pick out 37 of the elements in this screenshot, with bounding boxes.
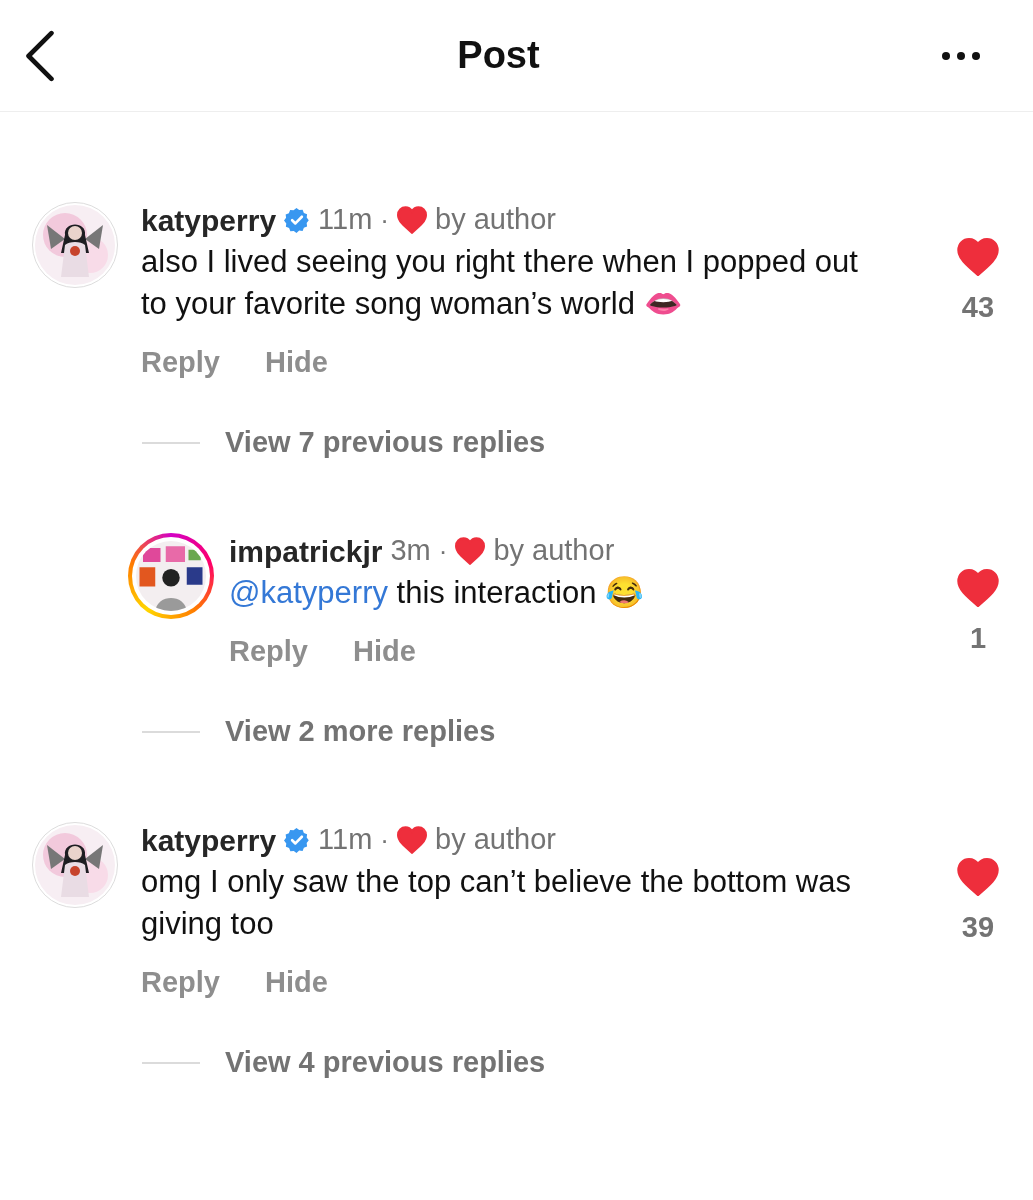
reply-button[interactable]: Reply <box>229 630 308 674</box>
like-count: 1 <box>969 621 987 656</box>
author-like-label: by author <box>493 533 615 569</box>
back-icon[interactable] <box>24 29 56 82</box>
username[interactable]: katyperry <box>141 817 277 863</box>
separator-dot: · <box>380 203 390 237</box>
comment-time: 11m <box>318 822 373 858</box>
reply-button[interactable]: Reply <box>141 341 220 385</box>
author-like-label: by author <box>435 822 556 858</box>
view-replies-link[interactable]: View 7 previous replies <box>225 421 546 465</box>
hide-button[interactable]: Hide <box>265 341 328 385</box>
hide-button[interactable]: Hide <box>265 961 328 1005</box>
view-replies-link[interactable]: View 2 more replies <box>225 710 496 754</box>
heart-icon[interactable] <box>397 206 428 234</box>
heart-icon[interactable] <box>957 569 999 607</box>
comment-text: @katyperry this interaction 😂 <box>229 574 646 612</box>
heart-icon[interactable] <box>455 537 486 565</box>
heart-icon[interactable] <box>957 238 999 276</box>
page-title: Post <box>457 33 540 78</box>
comment-time: 11m <box>318 202 373 238</box>
hide-button[interactable]: Hide <box>353 630 416 674</box>
like-count: 43 <box>961 290 995 325</box>
author-like-label: by author <box>435 202 556 238</box>
view-replies-link[interactable]: View 4 previous replies <box>225 1041 546 1085</box>
heart-icon[interactable] <box>397 826 428 854</box>
separator-dot: · <box>380 823 390 857</box>
mention-link[interactable]: @katyperry <box>229 575 388 610</box>
comment-time: 3m <box>390 533 431 569</box>
comment-text: also I lived seeing you right there when I popped out to your favorite song woman’s world 👄 <box>141 243 859 323</box>
username[interactable]: impatrickjr <box>229 528 383 574</box>
heart-icon[interactable] <box>957 858 999 896</box>
username[interactable]: katyperry <box>141 197 277 243</box>
separator-dot: · <box>438 534 448 568</box>
like-count: 39 <box>961 910 995 945</box>
more-options-icon[interactable] <box>941 50 981 61</box>
comment-text: omg I only saw the top can’t believe the bottom was giving too <box>141 863 852 943</box>
reply-button[interactable]: Reply <box>141 961 220 1005</box>
